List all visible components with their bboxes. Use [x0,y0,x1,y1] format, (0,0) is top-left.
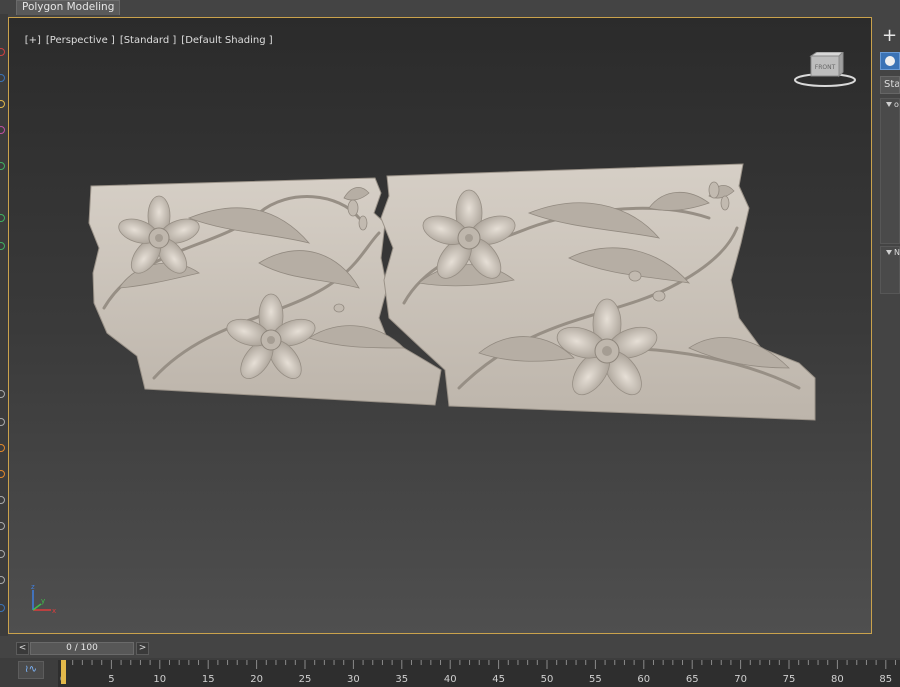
ruler-tick-label: 65 [686,674,699,685]
ribbon-tab-polygon-modeling[interactable]: Polygon Modeling [16,0,121,15]
toolbar-icon-9[interactable] [0,418,5,426]
toolbar-icon-13[interactable] [0,522,5,530]
ribbon-bar: Polygon Modeling [0,0,900,15]
ruler-tick-label: 25 [299,674,312,685]
time-prev-button[interactable]: < [16,642,29,655]
axis-y-label: y [41,597,45,605]
ruler-tick-label: 60 [637,674,650,685]
ruler-tick-label: 20 [250,674,263,685]
ruler-tick-label: 40 [444,674,457,685]
ruler-tick-label: 70 [734,674,747,685]
toolbar-icon-12[interactable] [0,496,5,504]
curve-editor-icon[interactable]: ≀∿ [18,661,44,679]
chevron-down-icon [886,250,892,255]
rollout-name-color[interactable]: N [880,246,900,294]
toolbar-icon-2[interactable] [0,74,5,82]
ruler-tick-label: 5 [108,674,114,685]
rollout-object-type[interactable]: o [880,98,900,244]
ruler-tick-label: 75 [783,674,796,685]
toolbar-icon-5[interactable] [0,162,5,170]
ruler-tick-label: 15 [202,674,215,685]
ruler-tick-label: 45 [492,674,505,685]
perspective-viewport[interactable]: [+] [Perspective ] [Standard ] [Default Sha… [8,17,872,634]
ruler-tick-label: 85 [879,674,892,685]
toolbar-icon-3[interactable] [0,100,5,108]
time-next-button[interactable]: > [136,642,149,655]
axis-z-label: z [31,584,35,591]
toolbar-icon-14[interactable] [0,550,5,558]
time-slider-row [0,636,900,658]
timeline-ruler[interactable]: 0510152025303540455055606570758085 [58,660,900,687]
ruler-tick-label: 35 [395,674,408,685]
axis-tripod: z x y [31,584,56,615]
current-frame-marker[interactable] [61,660,66,684]
ruler-tick-label: 50 [541,674,554,685]
object-type-dropdown[interactable]: Sta [880,76,900,94]
ruler-tick-label: 10 [153,674,166,685]
toolbar-icon-16[interactable] [0,604,5,612]
viewcube[interactable]: FRONT [793,52,857,88]
ruler-tick-label: 55 [589,674,602,685]
ruler-tick-label: 30 [347,674,360,685]
toolbar-icon-15[interactable] [0,576,5,584]
toolbar-icon-7[interactable] [0,242,5,250]
sphere-icon[interactable] [880,52,900,70]
axis-x-label: x [52,607,56,615]
time-slider[interactable]: 0 / 100 [30,642,134,655]
plus-icon[interactable]: + [882,27,897,45]
left-toolbar [0,14,8,636]
toolbar-icon-4[interactable] [0,126,5,134]
toolbar-icon-10[interactable] [0,444,5,452]
viewcube-face-label: FRONT [815,64,836,71]
toolbar-icon-8[interactable] [0,390,5,398]
toolbar-icon-11[interactable] [0,470,5,478]
ruler-tick-label: 80 [831,674,844,685]
chevron-down-icon [886,102,892,107]
ornamental-molding-model[interactable] [9,18,872,634]
toolbar-icon-1[interactable] [0,48,5,56]
toolbar-icon-6[interactable] [0,214,5,222]
